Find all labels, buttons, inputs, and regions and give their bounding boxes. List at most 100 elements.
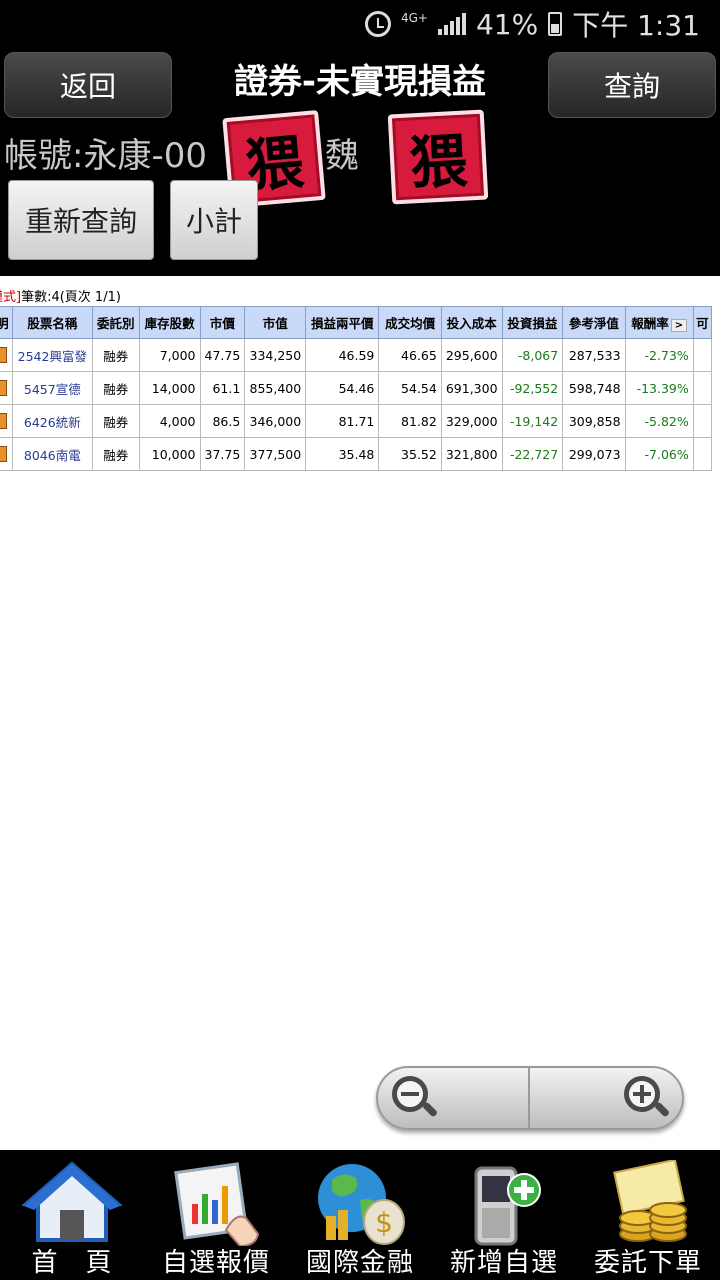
detail-cell[interactable]: [0, 404, 13, 438]
query-button[interactable]: 查詢: [548, 52, 716, 118]
stock-link[interactable]: 6426統新: [11, 404, 93, 438]
net-value: 309,858: [562, 404, 626, 438]
return-rate: -2.73%: [624, 338, 694, 372]
header: 返回 證券-未實現損益 查詢 帳號:永康-00 魏 猥 猥 重新查詢 小計: [0, 48, 720, 276]
network-type: 4G+: [400, 11, 428, 25]
avg-price: 46.65: [378, 338, 442, 372]
cost: 321,800: [440, 437, 503, 471]
zoom-control: [376, 1066, 684, 1130]
price: 61.1: [199, 371, 246, 405]
detail-icon[interactable]: [0, 380, 8, 397]
shares: 7,000: [138, 338, 201, 372]
record-count: 筆數:4(頁次 1/1): [21, 290, 121, 305]
col-header[interactable]: 投入成本: [440, 306, 503, 339]
avg-price: 54.54: [378, 371, 442, 405]
stamp-icon: 猥: [387, 109, 489, 205]
phone-add-icon: [474, 1166, 541, 1246]
col-header-label: 報酬率: [631, 316, 669, 331]
nav-home[interactable]: 首 頁: [0, 1150, 144, 1280]
battery-icon: [548, 12, 563, 36]
next-columns-button[interactable]: >: [670, 319, 688, 332]
zoom-out-button[interactable]: [378, 1068, 530, 1128]
back-button[interactable]: 返回: [4, 52, 172, 118]
col-header: 可: [692, 306, 713, 339]
record-info: 模式]筆數:4(頁次 1/1): [0, 286, 121, 305]
nav-label: 新增自選: [449, 1248, 558, 1278]
bottom-nav: 首 頁 自選報價 $ 國際金融 新增自選 委託下單: [0, 1150, 720, 1280]
return-rate: -13.39%: [624, 371, 694, 405]
nav-international[interactable]: $ 國際金融: [288, 1150, 432, 1280]
nav-watchlist-quote[interactable]: 自選報價: [144, 1150, 288, 1280]
col-header[interactable]: 參考淨值: [562, 306, 626, 339]
detail-icon[interactable]: [0, 413, 8, 430]
table-row[interactable]: 5457宣德 融券 14,000 61.1 855,400 54.46 54.5…: [0, 371, 713, 405]
profit-loss: -19,142: [501, 404, 564, 438]
detail-icon[interactable]: [0, 446, 8, 463]
detail-cell[interactable]: [0, 371, 13, 405]
profit-loss: -22,727: [501, 437, 564, 471]
order-type: 融券: [91, 404, 140, 438]
col-header[interactable]: 市價: [199, 306, 246, 339]
price: 47.75: [199, 338, 246, 372]
nav-add-watchlist[interactable]: 新增自選: [432, 1150, 576, 1280]
price: 37.75: [199, 437, 246, 471]
order-type: 融券: [91, 338, 140, 372]
col-header[interactable]: 庫存股數: [138, 306, 201, 339]
cost: 295,600: [440, 338, 503, 372]
net-value: 299,073: [562, 437, 626, 471]
table-row[interactable]: 6426統新 融券 4,000 86.5 346,000 81.71 81.82…: [0, 404, 713, 438]
detail-cell[interactable]: [0, 437, 13, 471]
stock-link[interactable]: 2542興富發: [11, 338, 93, 372]
svg-text:$: $: [375, 1206, 393, 1239]
shares: 14,000: [138, 371, 201, 405]
zoom-in-button[interactable]: [530, 1068, 682, 1128]
stock-link[interactable]: 8046南電: [11, 437, 93, 471]
nav-label: 首 頁: [31, 1248, 113, 1278]
market-value: 346,000: [244, 404, 307, 438]
nav-label: 委託下單: [593, 1248, 702, 1278]
breakeven: 81.71: [305, 404, 380, 438]
holdings-table: 明 股票名稱 委託別 庫存股數 市價 市值 損益兩平價 成交均價 投入成本 投資…: [0, 306, 713, 471]
order-type: 融券: [91, 437, 140, 471]
col-header[interactable]: 投資損益: [501, 306, 564, 339]
zoom-in-icon: [624, 1076, 671, 1120]
home-icon: [22, 1161, 122, 1242]
signal-icon: [437, 13, 466, 35]
return-rate: -7.06%: [624, 437, 694, 471]
detail-cell[interactable]: [0, 338, 13, 372]
overflow-cell: [692, 404, 713, 438]
page-title: 證券-未實現損益: [233, 62, 487, 102]
price: 86.5: [199, 404, 246, 438]
stock-link[interactable]: 5457宣德: [11, 371, 93, 405]
col-header[interactable]: 損益兩平價: [305, 306, 380, 339]
breakeven: 35.48: [305, 437, 380, 471]
market-value: 334,250: [244, 338, 307, 372]
account-number: 帳號:永康-00: [4, 136, 207, 176]
cost: 329,000: [440, 404, 503, 438]
status-bar: 4G+ 41% 下午 1:31: [0, 0, 720, 48]
nav-place-order[interactable]: 委託下單: [576, 1150, 720, 1280]
chart-quote-icon: [174, 1162, 260, 1246]
mode-label[interactable]: 模式]: [0, 290, 21, 305]
requery-button[interactable]: 重新查詢: [8, 180, 154, 260]
market-value: 855,400: [244, 371, 307, 405]
col-header[interactable]: 股票名稱: [11, 306, 93, 339]
col-header-return[interactable]: 報酬率 >: [624, 306, 694, 339]
col-header[interactable]: 委託別: [91, 306, 140, 339]
table-row[interactable]: 2542興富發 融券 7,000 47.75 334,250 46.59 46.…: [0, 338, 713, 372]
net-value: 598,748: [562, 371, 626, 405]
alarm-icon: [364, 11, 391, 37]
account-name: 魏: [325, 136, 359, 176]
col-header[interactable]: 市值: [244, 306, 307, 339]
table-row[interactable]: 8046南電 融券 10,000 37.75 377,500 35.48 35.…: [0, 437, 713, 471]
profit-loss: -92,552: [501, 371, 564, 405]
globe-money-icon: $: [318, 1164, 405, 1245]
subtotal-button[interactable]: 小計: [170, 180, 258, 260]
col-header: 明: [0, 306, 13, 339]
net-value: 287,533: [562, 338, 626, 372]
shares: 10,000: [138, 437, 201, 471]
col-header[interactable]: 成交均價: [378, 306, 442, 339]
overflow-cell: [692, 437, 713, 471]
detail-icon[interactable]: [0, 347, 8, 364]
zoom-out-icon: [392, 1076, 439, 1120]
